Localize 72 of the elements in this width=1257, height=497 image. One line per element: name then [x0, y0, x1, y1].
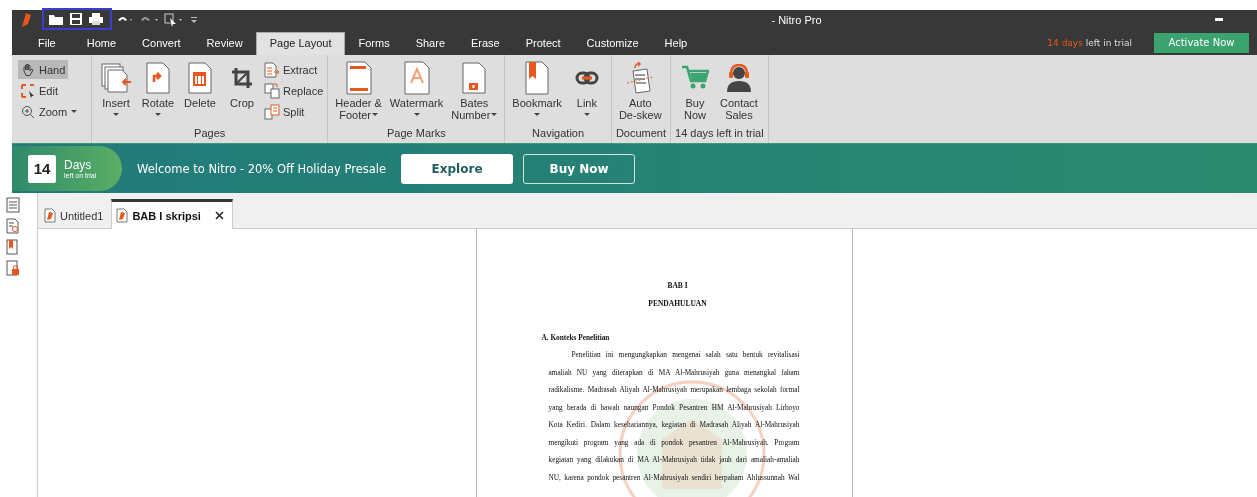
ribbon-button[interactable]: Contact Sales [717, 59, 761, 126]
rotate-page-icon [146, 62, 170, 94]
watermark-page-icon [403, 61, 430, 95]
ribbon-button[interactable]: Watermark [386, 59, 447, 126]
ribbon-button[interactable]: Auto De-skew [615, 59, 665, 126]
ribbon-button[interactable]: Bates Number [448, 59, 501, 126]
edit-icon [21, 83, 35, 98]
print-icon[interactable] [88, 12, 104, 26]
explore-button[interactable]: Explore [401, 153, 514, 184]
promo-message: Welcome to Nitro - 20% Off Holiday Presale [137, 161, 387, 176]
document-tab[interactable]: Untitled1 [40, 203, 112, 228]
ribbon-button[interactable]: Replace [264, 82, 324, 99]
minimize-icon[interactable] [1215, 18, 1223, 22]
group-label: Pages [193, 126, 227, 141]
menu-tab[interactable]: Erase [458, 33, 513, 55]
split-pages-icon [264, 103, 280, 120]
ribbon-button[interactable]: Split [264, 103, 324, 120]
ribbon-button[interactable]: Header & Footer [332, 59, 385, 126]
ribbon-button[interactable]: Crop [222, 59, 262, 126]
document-tab[interactable]: BAB I skripsi [111, 199, 233, 229]
ribbon-button[interactable]: Buy Now [675, 59, 715, 126]
extract-page-icon [264, 61, 280, 78]
days-label: Days [64, 158, 93, 172]
menu-tab[interactable]: File [12, 33, 74, 55]
menu-tab[interactable]: Review [193, 33, 256, 55]
group-label: Navigation [531, 126, 586, 141]
close-icon[interactable] [214, 211, 224, 220]
lock-page-icon[interactable] [6, 260, 20, 276]
trial-notice: 14 days left in trial [1047, 37, 1132, 48]
tool-button[interactable]: Edit [18, 81, 61, 100]
menu-tab[interactable]: Help [651, 33, 701, 55]
insert-pages-icon [100, 62, 132, 94]
app-logo-icon [20, 12, 32, 28]
hand-icon [21, 62, 35, 77]
customize-menu-icon[interactable] [190, 15, 198, 25]
ribbon-button[interactable]: Insert [96, 59, 136, 126]
pdf-file-icon [116, 208, 129, 223]
ribbon-button[interactable]: Extract [264, 61, 324, 78]
save-icon[interactable] [69, 12, 83, 26]
bookmarks-panel-icon[interactable] [6, 239, 18, 255]
pdf-file-icon [44, 208, 56, 223]
tool-button[interactable]: Zoom [18, 102, 81, 121]
group-label: 14 days left in trial [675, 126, 764, 141]
folder-icon[interactable] [48, 12, 64, 26]
tool-button[interactable]: Hand [18, 60, 69, 79]
group-label: Page Marks [386, 126, 447, 141]
menu-tab[interactable]: Protect [512, 33, 574, 55]
cart-icon [681, 65, 709, 91]
buy-now-button[interactable]: Buy Now [523, 153, 636, 184]
numbered-page-icon [462, 62, 487, 94]
trash-page-icon [188, 62, 212, 94]
group-label: Document [615, 126, 666, 141]
ribbon-button[interactable]: Bookmark [509, 59, 565, 126]
headset-person-icon [724, 64, 753, 92]
ribbon-button[interactable]: Rotate [138, 59, 178, 126]
menu-tab[interactable]: Forms [345, 33, 403, 55]
page-search-icon[interactable] [6, 218, 20, 234]
days-count: 14 [28, 154, 56, 183]
menu-tab[interactable]: Convert [129, 33, 194, 55]
link-icon [574, 71, 599, 85]
crop-icon [231, 67, 253, 89]
ribbon-button[interactable]: Link [566, 59, 607, 126]
menu-tab[interactable]: Home [73, 33, 130, 55]
zoom-icon [21, 104, 35, 119]
menu-tab[interactable]: Share [402, 33, 458, 55]
header-footer-icon [345, 61, 372, 95]
window-title: - Nitro Pro [771, 14, 822, 26]
menu-tab[interactable]: Page Layout [255, 32, 346, 55]
menu-tab[interactable]: Customize [573, 33, 652, 55]
bookmark-icon [525, 61, 550, 95]
ribbon-button[interactable]: Delete [180, 59, 220, 126]
replace-pages-icon [264, 82, 280, 99]
